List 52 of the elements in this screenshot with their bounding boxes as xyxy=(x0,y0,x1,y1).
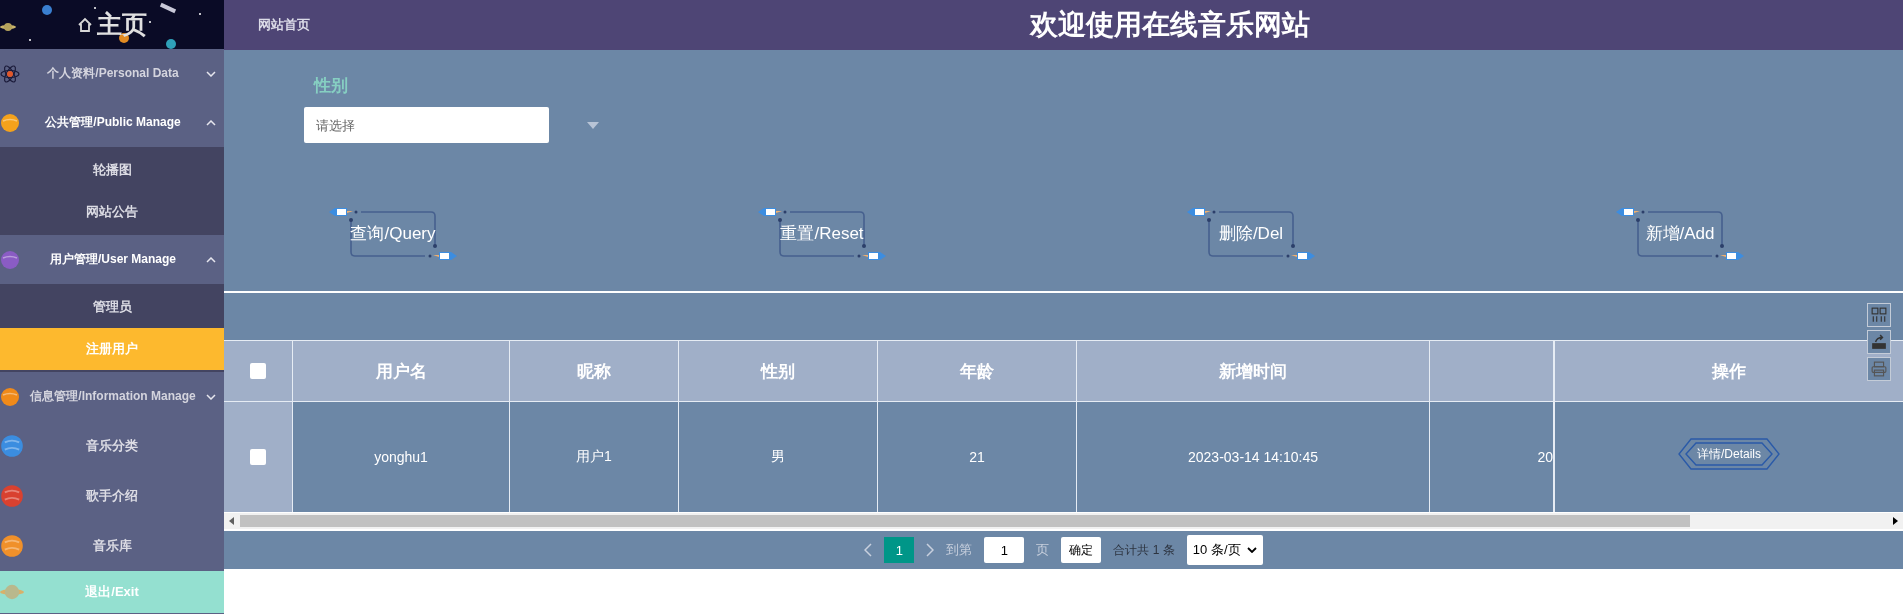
menu-group[interactable]: 信息管理/Information Manage xyxy=(0,372,224,421)
page-input[interactable]: 1 xyxy=(984,537,1025,563)
planet-icon xyxy=(0,534,24,558)
planet-icon xyxy=(0,484,24,508)
previous-icon[interactable] xyxy=(864,543,873,557)
logo-title[interactable]: 主页 xyxy=(97,8,147,41)
column-header: 用户名 xyxy=(293,340,510,401)
action-button[interactable]: 删除/Del xyxy=(1185,205,1317,262)
home-icon[interactable] xyxy=(77,16,93,33)
submenu-item[interactable]: 轮播图 xyxy=(0,149,224,191)
print-icon[interactable] xyxy=(1867,357,1891,381)
menu-item[interactable]: 音乐库 xyxy=(0,521,224,571)
menu-group[interactable]: 用户管理/User Manage xyxy=(0,235,224,284)
total-count: 合计共 1 条 xyxy=(1113,541,1175,559)
column-header: 性别 xyxy=(679,340,878,401)
details-button[interactable]: 详情/Details xyxy=(1677,437,1781,471)
action-button[interactable]: 查询/Query xyxy=(327,205,459,262)
confirm-button[interactable]: 确定 xyxy=(1061,537,1102,563)
planet-icon xyxy=(0,112,20,133)
select-field[interactable]: 请选择 xyxy=(304,107,549,143)
column-header: 昵称 xyxy=(510,340,679,401)
page-unit: 页 xyxy=(1036,541,1050,559)
scroll-left-icon[interactable] xyxy=(229,517,235,525)
field-label: 性别 xyxy=(312,75,349,97)
next-icon[interactable] xyxy=(926,543,935,557)
menu-item[interactable]: 音乐分类 xyxy=(0,421,224,471)
export-icon[interactable] xyxy=(1867,330,1891,354)
planet-icon xyxy=(0,386,20,407)
submenu-item[interactable]: 管理员 xyxy=(0,286,224,328)
goto-label: 到第 xyxy=(946,541,973,559)
atom-icon xyxy=(0,63,20,84)
column-header: 新增时间 xyxy=(1077,340,1430,401)
page-button[interactable]: 1 xyxy=(884,537,915,563)
planet-icon xyxy=(0,249,20,270)
checkbox[interactable] xyxy=(250,449,266,465)
menu-item[interactable]: 歌手介绍 xyxy=(0,471,224,521)
scrollbar[interactable] xyxy=(224,512,1903,531)
scroll-right-icon[interactable] xyxy=(1892,517,1898,525)
page-title: 欢迎使用在线音乐网站 xyxy=(1030,8,1310,42)
page-size-select[interactable]: 10 条/页 xyxy=(1186,535,1263,565)
menu-group[interactable]: 公共管理/Public Manage xyxy=(0,98,224,147)
action-button[interactable]: 新增/Add xyxy=(1614,205,1746,262)
planet-icon xyxy=(0,434,24,458)
column-header: 年龄 xyxy=(878,340,1077,401)
submenu-item[interactable]: 网站公告 xyxy=(0,191,224,233)
menu-group[interactable]: 个人资料/Personal Data xyxy=(0,49,224,98)
breadcrumb-link[interactable]: 网站首页 xyxy=(258,16,310,34)
checkbox[interactable] xyxy=(250,363,266,379)
action-button[interactable]: 重置/Reset xyxy=(756,205,888,262)
caret-icon[interactable] xyxy=(1246,547,1257,553)
column-header: 操作 xyxy=(1554,340,1903,401)
columns-icon[interactable] xyxy=(1867,303,1891,327)
